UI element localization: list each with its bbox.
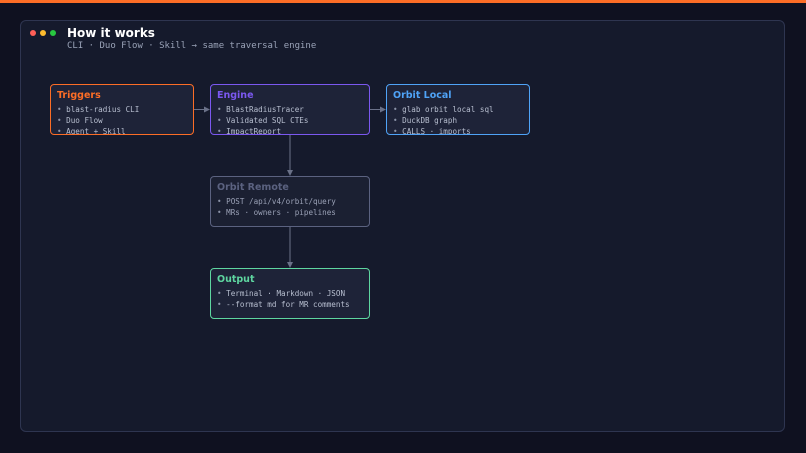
connector-arrows [194, 106, 386, 268]
orbit-remote-node-item: • POST /api/v4/orbit/query [217, 197, 336, 206]
orbit-remote-node: Orbit Remote • POST /api/v4/orbit/query … [210, 176, 370, 227]
orbit-local-node-item: • CALLS · imports [393, 127, 471, 135]
output-node-item: • --format md for MR comments [217, 300, 350, 309]
output-node-item: • Terminal · Markdown · JSON [217, 289, 346, 298]
orbit-local-node: Orbit Local • glab orbit local sql • Duc… [386, 84, 530, 135]
orbit-local-node-item: • glab orbit local sql [393, 105, 494, 114]
orbit-remote-node-title: Orbit Remote [217, 182, 289, 193]
triggers-node: Triggers • blast-radius CLI • Duo Flow •… [50, 84, 194, 135]
engine-node-item: • Validated SQL CTEs [217, 116, 309, 125]
orbit-remote-node-item: • MRs · owners · pipelines [217, 208, 336, 217]
triggers-node-item: • Duo Flow [57, 116, 103, 125]
engine-node: Engine • BlastRadiusTracer • Validated S… [210, 84, 370, 135]
orbit-local-node-title: Orbit Local [393, 90, 452, 101]
output-node: Output • Terminal · Markdown · JSON • --… [210, 268, 370, 319]
triggers-node-item: • Agent + Skill [57, 127, 126, 135]
engine-node-item: • BlastRadiusTracer [217, 105, 304, 114]
orbit-local-node-item: • DuckDB graph [393, 116, 458, 125]
engine-node-item: • ImpactReport [217, 127, 282, 135]
triggers-node-item: • blast-radius CLI [57, 105, 140, 114]
triggers-node-title: Triggers [57, 90, 101, 101]
engine-node-title: Engine [217, 90, 254, 101]
output-node-title: Output [217, 274, 255, 285]
